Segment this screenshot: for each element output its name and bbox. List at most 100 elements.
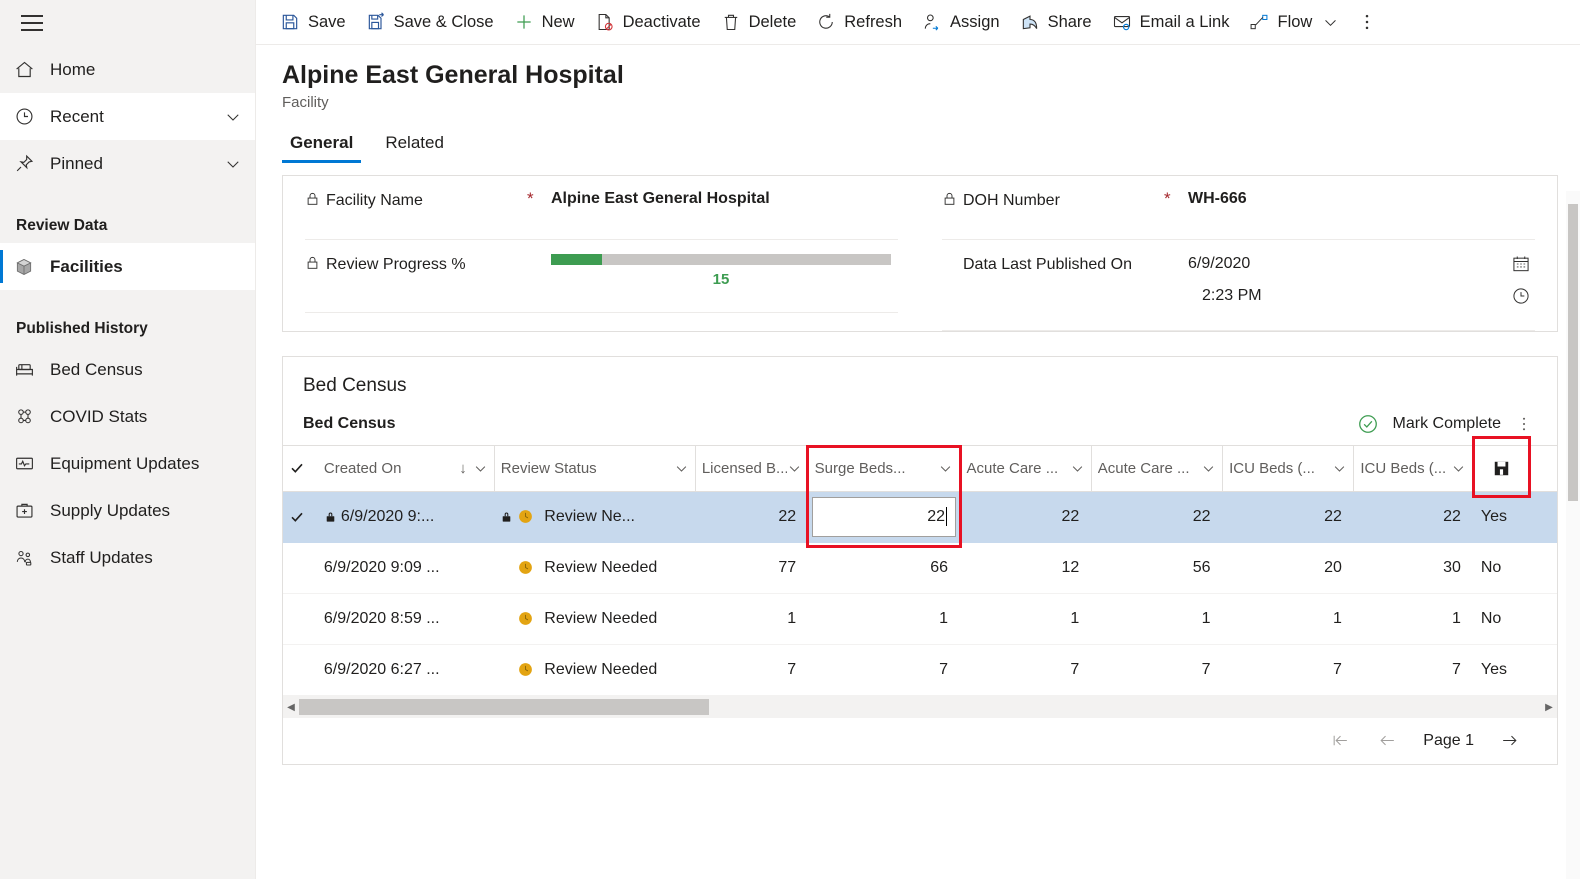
cell-flag[interactable]: No [1472,593,1531,645]
cell-icu-beds-1[interactable]: 22 [1222,491,1354,543]
flow-button[interactable]: Flow [1239,0,1349,44]
refresh-button[interactable]: Refresh [806,0,912,44]
sidebar-item-bed-census[interactable]: Bed Census [0,346,255,393]
cell-flag[interactable]: Yes [1472,491,1531,543]
chevron-down-icon[interactable] [787,461,802,476]
table-row[interactable]: 6/9/2020 9:... Review Ne... 22 22 22 22 22 22 Ye… [283,491,1557,543]
sidebar-item-supply-updates[interactable]: Supply Updates [0,487,255,534]
cell-acute-care-1[interactable]: 12 [959,542,1092,594]
chevron-down-icon[interactable] [211,108,255,126]
select-all-header[interactable] [283,444,318,492]
cell-surge-beds[interactable]: 66 [808,542,960,594]
save-button[interactable]: Save [270,0,356,44]
cell-review-status[interactable]: Review Needed [494,644,696,696]
site-map-toggle[interactable] [8,0,56,46]
cell-licensed-beds[interactable]: 22 [695,491,809,543]
clock-icon[interactable] [1507,286,1535,306]
email-a-link-button[interactable]: Email a Link [1102,0,1240,44]
cell-acute-care-2[interactable]: 1 [1091,593,1223,645]
table-row[interactable]: 6/9/2020 8:59 ... Review Needed 1 1 1 1 1 1 No [283,593,1557,645]
calendar-icon[interactable] [1507,254,1535,274]
row-select-checkbox[interactable] [283,644,318,696]
cell-licensed-beds[interactable]: 1 [695,593,809,645]
hscroll-track[interactable] [299,699,1541,716]
chevron-down-icon[interactable] [1332,461,1347,476]
chevron-down-icon[interactable] [473,461,488,476]
row-select-checkbox[interactable] [283,542,318,594]
sidebar-item-home[interactable]: Home [0,46,255,93]
chevron-down-icon[interactable] [1322,14,1339,31]
grid-horizontal-scrollbar[interactable]: ◀ ▶ [283,695,1557,718]
share-button[interactable]: Share [1010,0,1102,44]
sidebar-item-staff-updates[interactable]: Staff Updates [0,534,255,581]
cell-review-status[interactable]: Review Needed [494,542,696,594]
tab-related[interactable]: Related [377,129,452,163]
row-select-checkbox[interactable] [283,593,318,645]
more-commands-button[interactable] [1349,0,1391,44]
chevron-down-icon[interactable] [1070,461,1085,476]
cell-icu-beds-2[interactable]: 7 [1353,644,1473,696]
scroll-right-icon[interactable]: ▶ [1541,702,1557,713]
column-header-icu-beds-1[interactable]: ICU Beds (... [1222,444,1354,492]
cell-acute-care-2[interactable]: 22 [1091,491,1223,543]
cell-flag[interactable]: No [1472,542,1531,594]
cell-acute-care-2[interactable]: 7 [1091,644,1223,696]
new-button[interactable]: New [504,0,585,44]
cell-acute-care-1[interactable]: 1 [959,593,1092,645]
cell-created-on[interactable]: 6/9/2020 6:27 ... [317,644,495,696]
hscroll-thumb[interactable] [299,699,709,716]
column-header-surge-beds[interactable]: Surge Beds... [807,444,960,492]
subgrid-more-button[interactable] [1507,415,1541,433]
save-icon[interactable] [1479,446,1524,490]
save-and-close-button[interactable]: Save & Close [356,0,504,44]
cell-surge-beds[interactable]: 7 [808,644,960,696]
cell-created-on[interactable]: 6/9/2020 9:... [317,491,495,543]
column-header-icu-beds-2[interactable]: ICU Beds (... [1353,444,1473,492]
cell-icu-beds-1[interactable]: 20 [1222,542,1354,594]
assign-button[interactable]: Assign [912,0,1010,44]
row-select-checkbox[interactable] [283,491,318,543]
chevron-down-icon[interactable] [1451,461,1466,476]
cell-icu-beds-2[interactable]: 30 [1353,542,1473,594]
column-header-review-status[interactable]: Review Status [493,444,696,492]
cell-review-status[interactable]: Review Needed [494,593,696,645]
cell-acute-care-2[interactable]: 56 [1091,542,1223,594]
cell-icu-beds-1[interactable]: 1 [1222,593,1354,645]
cell-review-status[interactable]: Review Ne... [494,491,696,543]
tab-general[interactable]: General [282,129,362,163]
cell-created-on[interactable]: 6/9/2020 8:59 ... [317,593,495,645]
chevron-down-icon[interactable] [1201,461,1216,476]
page-next-button[interactable] [1486,731,1533,750]
column-header-acute-care-2[interactable]: Acute Care ... [1090,444,1223,492]
chevron-down-icon[interactable] [938,461,953,476]
sidebar-item-pinned[interactable]: Pinned [0,140,255,187]
page-first-button[interactable] [1317,731,1364,750]
cell-surge-beds[interactable]: 1 [808,593,960,645]
sidebar-item-equipment-updates[interactable]: Equipment Updates [0,440,255,487]
cell-created-on[interactable]: 6/9/2020 9:09 ... [317,542,495,594]
page-previous-button[interactable] [1364,731,1411,750]
cell-surge-beds[interactable]: 22 [808,491,960,543]
cell-acute-care-1[interactable]: 22 [959,491,1092,543]
cell-licensed-beds[interactable]: 7 [695,644,809,696]
cell-icu-beds-2[interactable]: 22 [1353,491,1473,543]
surge-beds-input[interactable]: 22 [812,496,956,537]
sidebar-item-facilities[interactable]: Facilities [0,243,255,290]
column-header-acute-care-1[interactable]: Acute Care ... [959,444,1092,492]
cell-acute-care-1[interactable]: 7 [959,644,1092,696]
chevron-down-icon[interactable] [674,461,689,476]
scroll-left-icon[interactable]: ◀ [283,702,299,713]
page-vertical-scrollbar[interactable] [1566,191,1580,879]
grid-save-button[interactable] [1472,444,1531,492]
sidebar-item-covid-stats[interactable]: COVID Stats [0,393,255,440]
cell-icu-beds-1[interactable]: 7 [1222,644,1354,696]
column-header-licensed-beds[interactable]: Licensed B... [694,444,809,492]
table-row[interactable]: 6/9/2020 6:27 ... Review Needed 7 7 7 7 7 7 Yes [283,644,1557,696]
chevron-down-icon[interactable] [211,155,255,173]
column-header-created-on[interactable]: Created On ↓ [317,444,495,492]
cell-flag[interactable]: Yes [1472,644,1531,696]
delete-button[interactable]: Delete [711,0,807,44]
deactivate-button[interactable]: Deactivate [585,0,711,44]
vertical-scrollbar-thumb[interactable] [1568,204,1578,501]
table-row[interactable]: 6/9/2020 9:09 ... Review Needed 77 66 12 56 20… [283,542,1557,594]
